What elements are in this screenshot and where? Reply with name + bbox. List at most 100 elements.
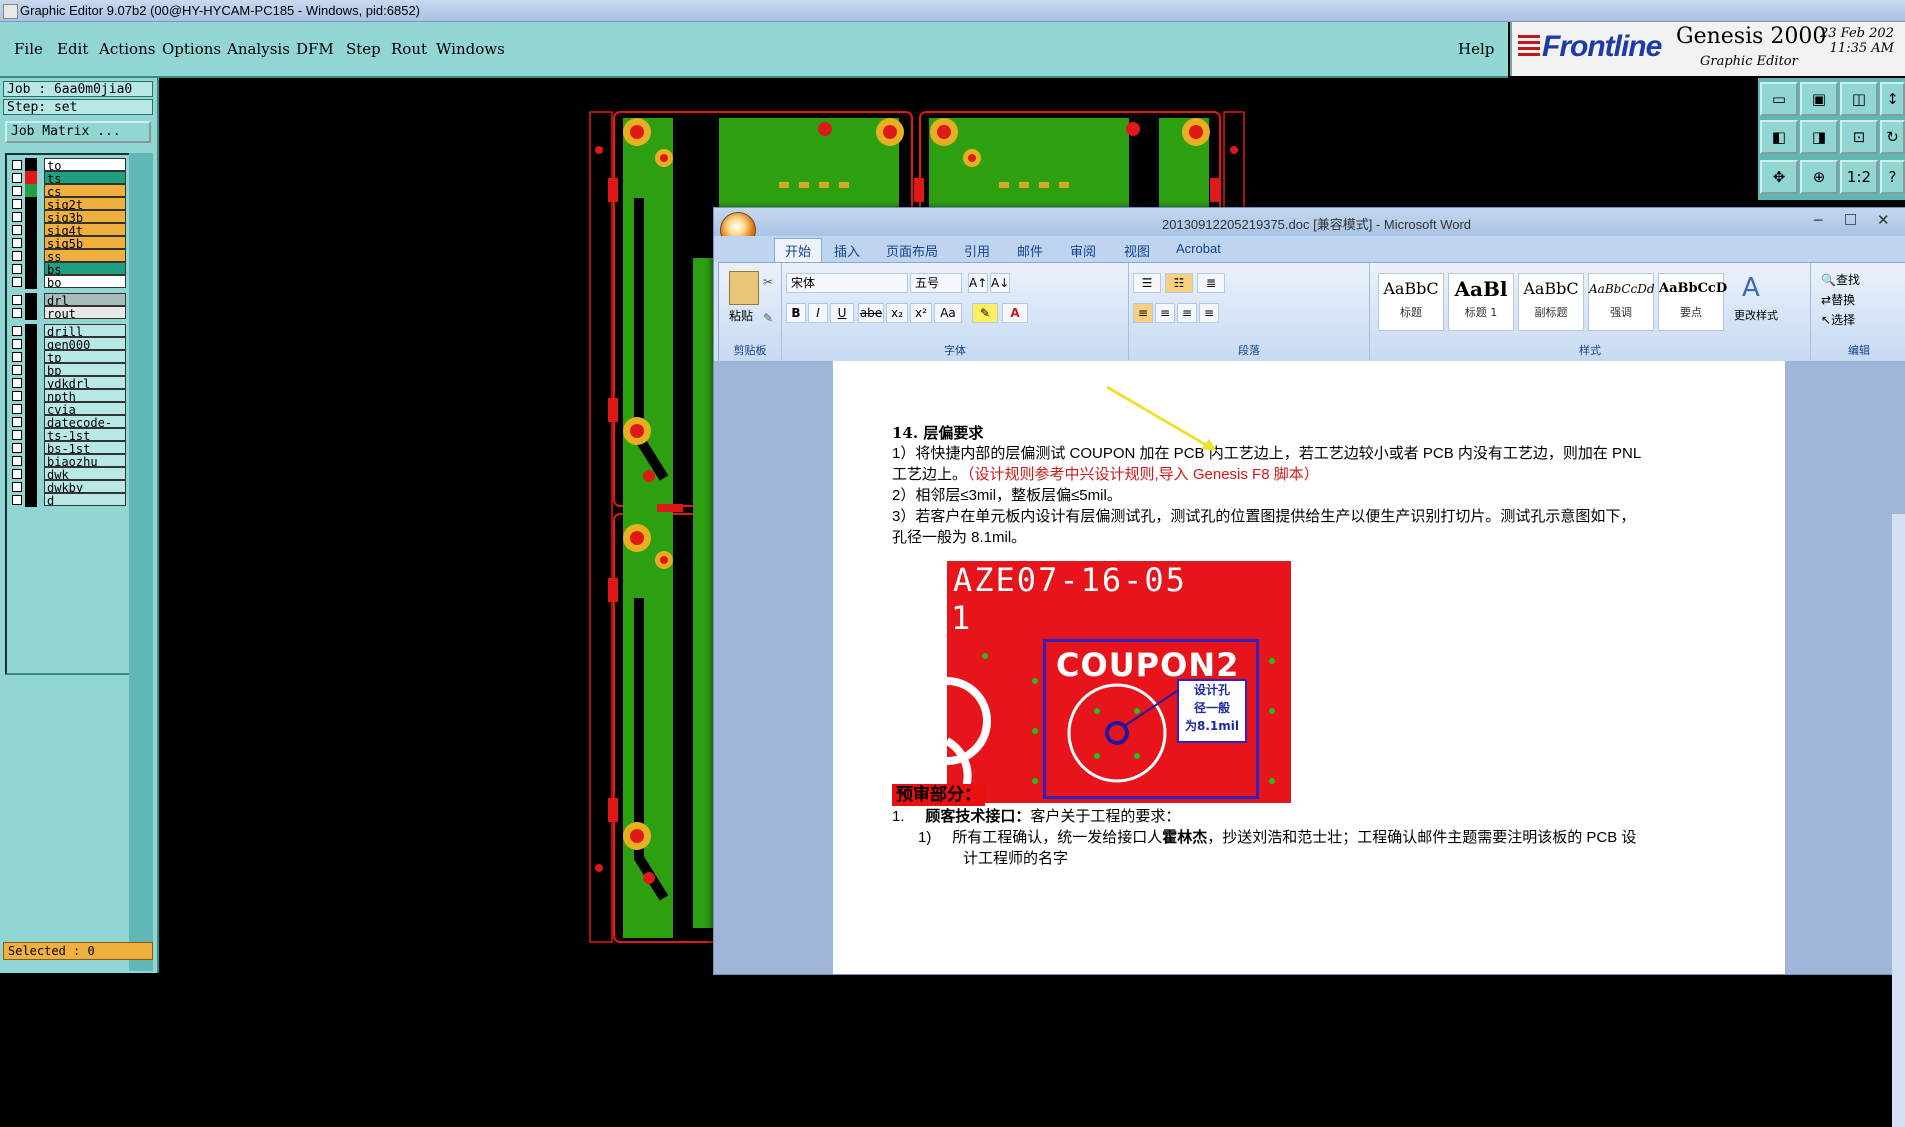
layer-checkbox[interactable]: [12, 251, 22, 261]
layer-checkbox[interactable]: [12, 199, 22, 209]
subscript-button[interactable]: x₂: [886, 303, 908, 323]
layer-scrollbar[interactable]: [129, 153, 153, 971]
tab-page-layout[interactable]: 页面布局: [886, 241, 938, 260]
style-subtitle[interactable]: AaBbC 副标题: [1518, 273, 1584, 331]
menu-analysis[interactable]: Analysis: [227, 40, 290, 58]
style-strong[interactable]: AaBbCcD 要点: [1658, 273, 1727, 331]
layer-checkbox[interactable]: [12, 391, 22, 401]
tab-review[interactable]: 审阅: [1070, 241, 1096, 260]
layer-checkbox[interactable]: [12, 308, 22, 318]
layer-row[interactable]: cs: [9, 184, 127, 199]
layer-name[interactable]: bs: [44, 262, 126, 277]
layer-checkbox[interactable]: [12, 430, 22, 440]
format-painter-icon[interactable]: ✎: [763, 311, 773, 325]
layer-checkbox[interactable]: [12, 264, 22, 274]
bullets-icon[interactable]: ☰: [1133, 273, 1161, 293]
strikethrough-button[interactable]: abe: [858, 303, 884, 323]
layer-checkbox[interactable]: [12, 456, 22, 466]
layer-checkbox[interactable]: [12, 469, 22, 479]
layer-checkbox[interactable]: [12, 352, 22, 362]
menu-actions[interactable]: Actions: [99, 40, 155, 58]
menu-step[interactable]: Step: [346, 40, 381, 58]
fit-icon[interactable]: ▭: [1760, 82, 1798, 116]
numbering-icon[interactable]: ☷: [1165, 273, 1193, 293]
redraw-icon[interactable]: ↻: [1880, 120, 1905, 154]
layer-name[interactable]: rout: [44, 306, 126, 321]
vertical-scrollbar[interactable]: [1892, 514, 1905, 1127]
minimize-icon[interactable]: ─: [1814, 213, 1822, 229]
layer-row[interactable]: sig2t: [9, 197, 127, 212]
layer-name[interactable]: sig3b: [44, 210, 126, 225]
zoom-out-icon[interactable]: ◫: [1840, 82, 1878, 116]
measure-icon[interactable]: ◧: [1760, 120, 1798, 154]
layer-row[interactable]: sig3b: [9, 210, 127, 225]
layer-name[interactable]: to: [44, 158, 126, 173]
layer-checkbox[interactable]: [12, 378, 22, 388]
align-left-icon[interactable]: ≡: [1133, 303, 1153, 323]
maximize-icon[interactable]: □: [1844, 211, 1857, 227]
style-heading1[interactable]: AaBl 标题 1: [1448, 273, 1514, 331]
layer-name[interactable]: gen000: [44, 337, 126, 352]
layer-row[interactable]: tp: [9, 350, 127, 365]
highlight-icon[interactable]: ✎: [972, 303, 998, 323]
layer-checkbox[interactable]: [12, 186, 22, 196]
layer-name[interactable]: drl: [44, 293, 126, 308]
select-button[interactable]: ↖选择: [1821, 311, 1855, 328]
layer-name[interactable]: dwk: [44, 467, 126, 482]
shrink-font-button[interactable]: A↓: [990, 273, 1010, 293]
grow-font-button[interactable]: A↑: [968, 273, 988, 293]
layer-checkbox[interactable]: [12, 295, 22, 305]
tab-insert[interactable]: 插入: [834, 241, 860, 260]
center-icon[interactable]: ✥: [1760, 160, 1798, 194]
layer-checkbox[interactable]: [12, 225, 22, 235]
layer-checkbox[interactable]: [12, 160, 22, 170]
zoom-ratio-button[interactable]: 1:2: [1840, 160, 1878, 194]
layer-row[interactable]: sig4t: [9, 223, 127, 238]
layer-name[interactable]: ts-1st: [44, 428, 126, 443]
change-styles-button[interactable]: 更改样式: [1734, 307, 1778, 323]
bold-button[interactable]: B: [786, 303, 806, 323]
layer-row[interactable]: rout: [9, 306, 127, 321]
layer-row[interactable]: bs-1st: [9, 441, 127, 456]
layer-row[interactable]: biaozhu: [9, 454, 127, 469]
layer-row[interactable]: ts: [9, 171, 127, 186]
font-color-icon[interactable]: A: [1002, 303, 1028, 323]
pan-icon[interactable]: ↕: [1880, 82, 1905, 116]
word-titlebar[interactable]: 20130912205219375.doc [兼容模式] - Microsoft…: [714, 208, 1905, 236]
layer-name[interactable]: cs: [44, 184, 126, 199]
layer-checkbox[interactable]: [12, 495, 22, 505]
layer-row[interactable]: d: [9, 493, 127, 508]
style-emphasis[interactable]: AaBbCcDd 强调: [1588, 273, 1655, 331]
tab-mailings[interactable]: 邮件: [1017, 241, 1043, 260]
layer-row[interactable]: sig5b: [9, 236, 127, 251]
help-icon[interactable]: ?: [1880, 160, 1905, 194]
zoom-in-icon[interactable]: ▣: [1800, 82, 1838, 116]
move-icon[interactable]: ⊕: [1800, 160, 1838, 194]
layer-name[interactable]: cvia: [44, 402, 126, 417]
layer-name[interactable]: sig4t: [44, 223, 126, 238]
align-right-icon[interactable]: ≡: [1177, 303, 1197, 323]
paste-icon[interactable]: [729, 271, 759, 305]
tab-home[interactable]: 开始: [774, 238, 823, 262]
justify-icon[interactable]: ≡: [1199, 303, 1219, 323]
layer-name[interactable]: ts: [44, 171, 126, 186]
layer-row[interactable]: drl: [9, 293, 127, 308]
layer-name[interactable]: d: [44, 493, 126, 508]
layer-row[interactable]: drill: [9, 324, 127, 339]
layer-name[interactable]: sig2t: [44, 197, 126, 212]
snap-icon[interactable]: ◨: [1800, 120, 1838, 154]
menu-help[interactable]: Help: [1458, 40, 1494, 58]
layer-row[interactable]: ydkdrl: [9, 376, 127, 391]
layer-name[interactable]: ss: [44, 249, 126, 264]
replace-button[interactable]: ⇄替换: [1821, 291, 1855, 308]
layer-row[interactable]: cvia: [9, 402, 127, 417]
layer-checkbox[interactable]: [12, 173, 22, 183]
layer-checkbox[interactable]: [12, 365, 22, 375]
tab-view[interactable]: 视图: [1124, 241, 1150, 260]
layer-row[interactable]: npth: [9, 389, 127, 404]
menu-edit[interactable]: Edit: [57, 40, 88, 58]
underline-button[interactable]: U: [830, 303, 854, 323]
menu-rout[interactable]: Rout: [391, 40, 427, 58]
find-button[interactable]: 🔍查找: [1821, 271, 1860, 288]
layer-checkbox[interactable]: [12, 277, 22, 287]
